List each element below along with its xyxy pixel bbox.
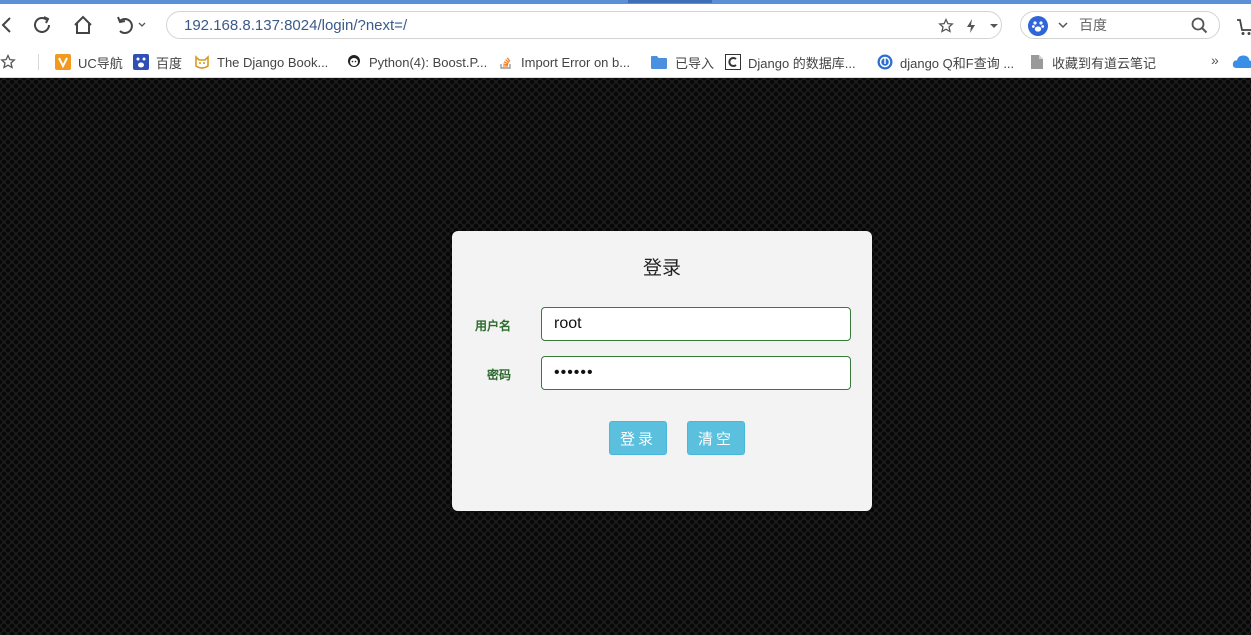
bookmark-django-book[interactable]: The Django Book... [194, 52, 328, 72]
lightning-icon[interactable] [962, 17, 980, 35]
active-tab-indicator [628, 0, 712, 3]
login-submit-button[interactable]: 登录 [609, 421, 667, 455]
bookmark-label: The Django Book... [217, 54, 329, 70]
bookmark-label: 已导入 [675, 55, 715, 71]
bookmark-folder-imported[interactable]: 已导入 [650, 52, 714, 72]
cnblogs-icon [725, 54, 741, 70]
favorite-star-icon[interactable] [937, 17, 955, 35]
cat-face-icon [194, 54, 210, 70]
bookmark-baidu[interactable]: 百度 [133, 52, 182, 72]
clear-button[interactable]: 清空 [687, 421, 745, 455]
bookmark-import-error[interactable]: Import Error on b... [498, 52, 630, 72]
baidu-paw-icon[interactable] [1028, 16, 1048, 36]
bookmark-django-qf[interactable]: django Q和F查询 ... [877, 52, 1014, 72]
bookmark-youdao-note[interactable]: 收藏到有道云笔记 [1029, 52, 1156, 72]
bookmark-python-boost[interactable]: Python(4): Boost.P... [346, 52, 487, 72]
search-icon[interactable] [1191, 17, 1208, 39]
search-input[interactable] [1079, 16, 1189, 34]
address-url[interactable]: 192.168.8.137:8024/login/?next=/ [184, 17, 407, 34]
bookmarks-overflow-button[interactable]: » [1211, 52, 1219, 68]
baidu-paw-icon [133, 54, 149, 70]
back-button[interactable] [0, 12, 20, 38]
username-input[interactable] [541, 307, 851, 341]
blue-circle-logo-icon [877, 54, 893, 70]
address-dropdown-icon[interactable] [985, 17, 1003, 35]
folder-icon [650, 54, 668, 70]
refresh-icon [34, 16, 50, 33]
page-background: 登录 用户名 密码 登录 清空 [0, 78, 1251, 635]
undo-icon [117, 16, 133, 34]
password-input[interactable] [541, 356, 851, 390]
bookmark-label: 百度 [156, 55, 183, 71]
search-box[interactable] [1020, 11, 1220, 39]
password-label: 密码 [486, 368, 511, 382]
bookmark-label: UC导航 [78, 55, 123, 71]
bookmark-django-db[interactable]: Django 的数据库... [725, 52, 856, 72]
bookmark-uc-nav[interactable]: UC导航 [55, 52, 123, 72]
chevron-down-icon [138, 22, 146, 27]
chevron-left-icon [1, 17, 11, 33]
home-icon [74, 15, 92, 34]
bookmark-label: 收藏到有道云笔记 [1052, 55, 1157, 71]
refresh-button[interactable] [29, 12, 55, 38]
cloud-icon[interactable] [1232, 54, 1251, 75]
bookmark-label: django Q和F查询 ... [900, 55, 1015, 71]
address-bar[interactable]: 192.168.8.137:8024/login/?next=/ [166, 11, 1002, 39]
uc-logo-icon [55, 54, 71, 70]
bookmark-star-icon[interactable] [0, 53, 16, 75]
cart-icon[interactable] [1236, 18, 1251, 41]
browser-toolbar: 192.168.8.137:8024/login/?next=/ [0, 4, 1251, 46]
stack-overflow-icon [498, 54, 514, 70]
document-icon [1029, 54, 1045, 70]
username-label: 用户名 [474, 319, 511, 333]
home-button[interactable] [70, 12, 96, 38]
login-title: 登录 [642, 258, 681, 279]
avatar-icon [346, 54, 362, 70]
bookmark-label: Python(4): Boost.P... [369, 54, 488, 70]
bookmark-label: Django 的数据库... [748, 55, 856, 71]
login-panel: 登录 用户名 密码 登录 清空 [452, 231, 872, 511]
undo-close-button[interactable] [110, 12, 150, 38]
bookmarks-bar: UC导航 百度 The Django Book... Python(4): Bo… [0, 46, 1251, 78]
bookmark-separator [38, 54, 39, 70]
chevron-down-icon[interactable] [1057, 18, 1069, 36]
bookmark-label: Import Error on b... [521, 54, 631, 70]
